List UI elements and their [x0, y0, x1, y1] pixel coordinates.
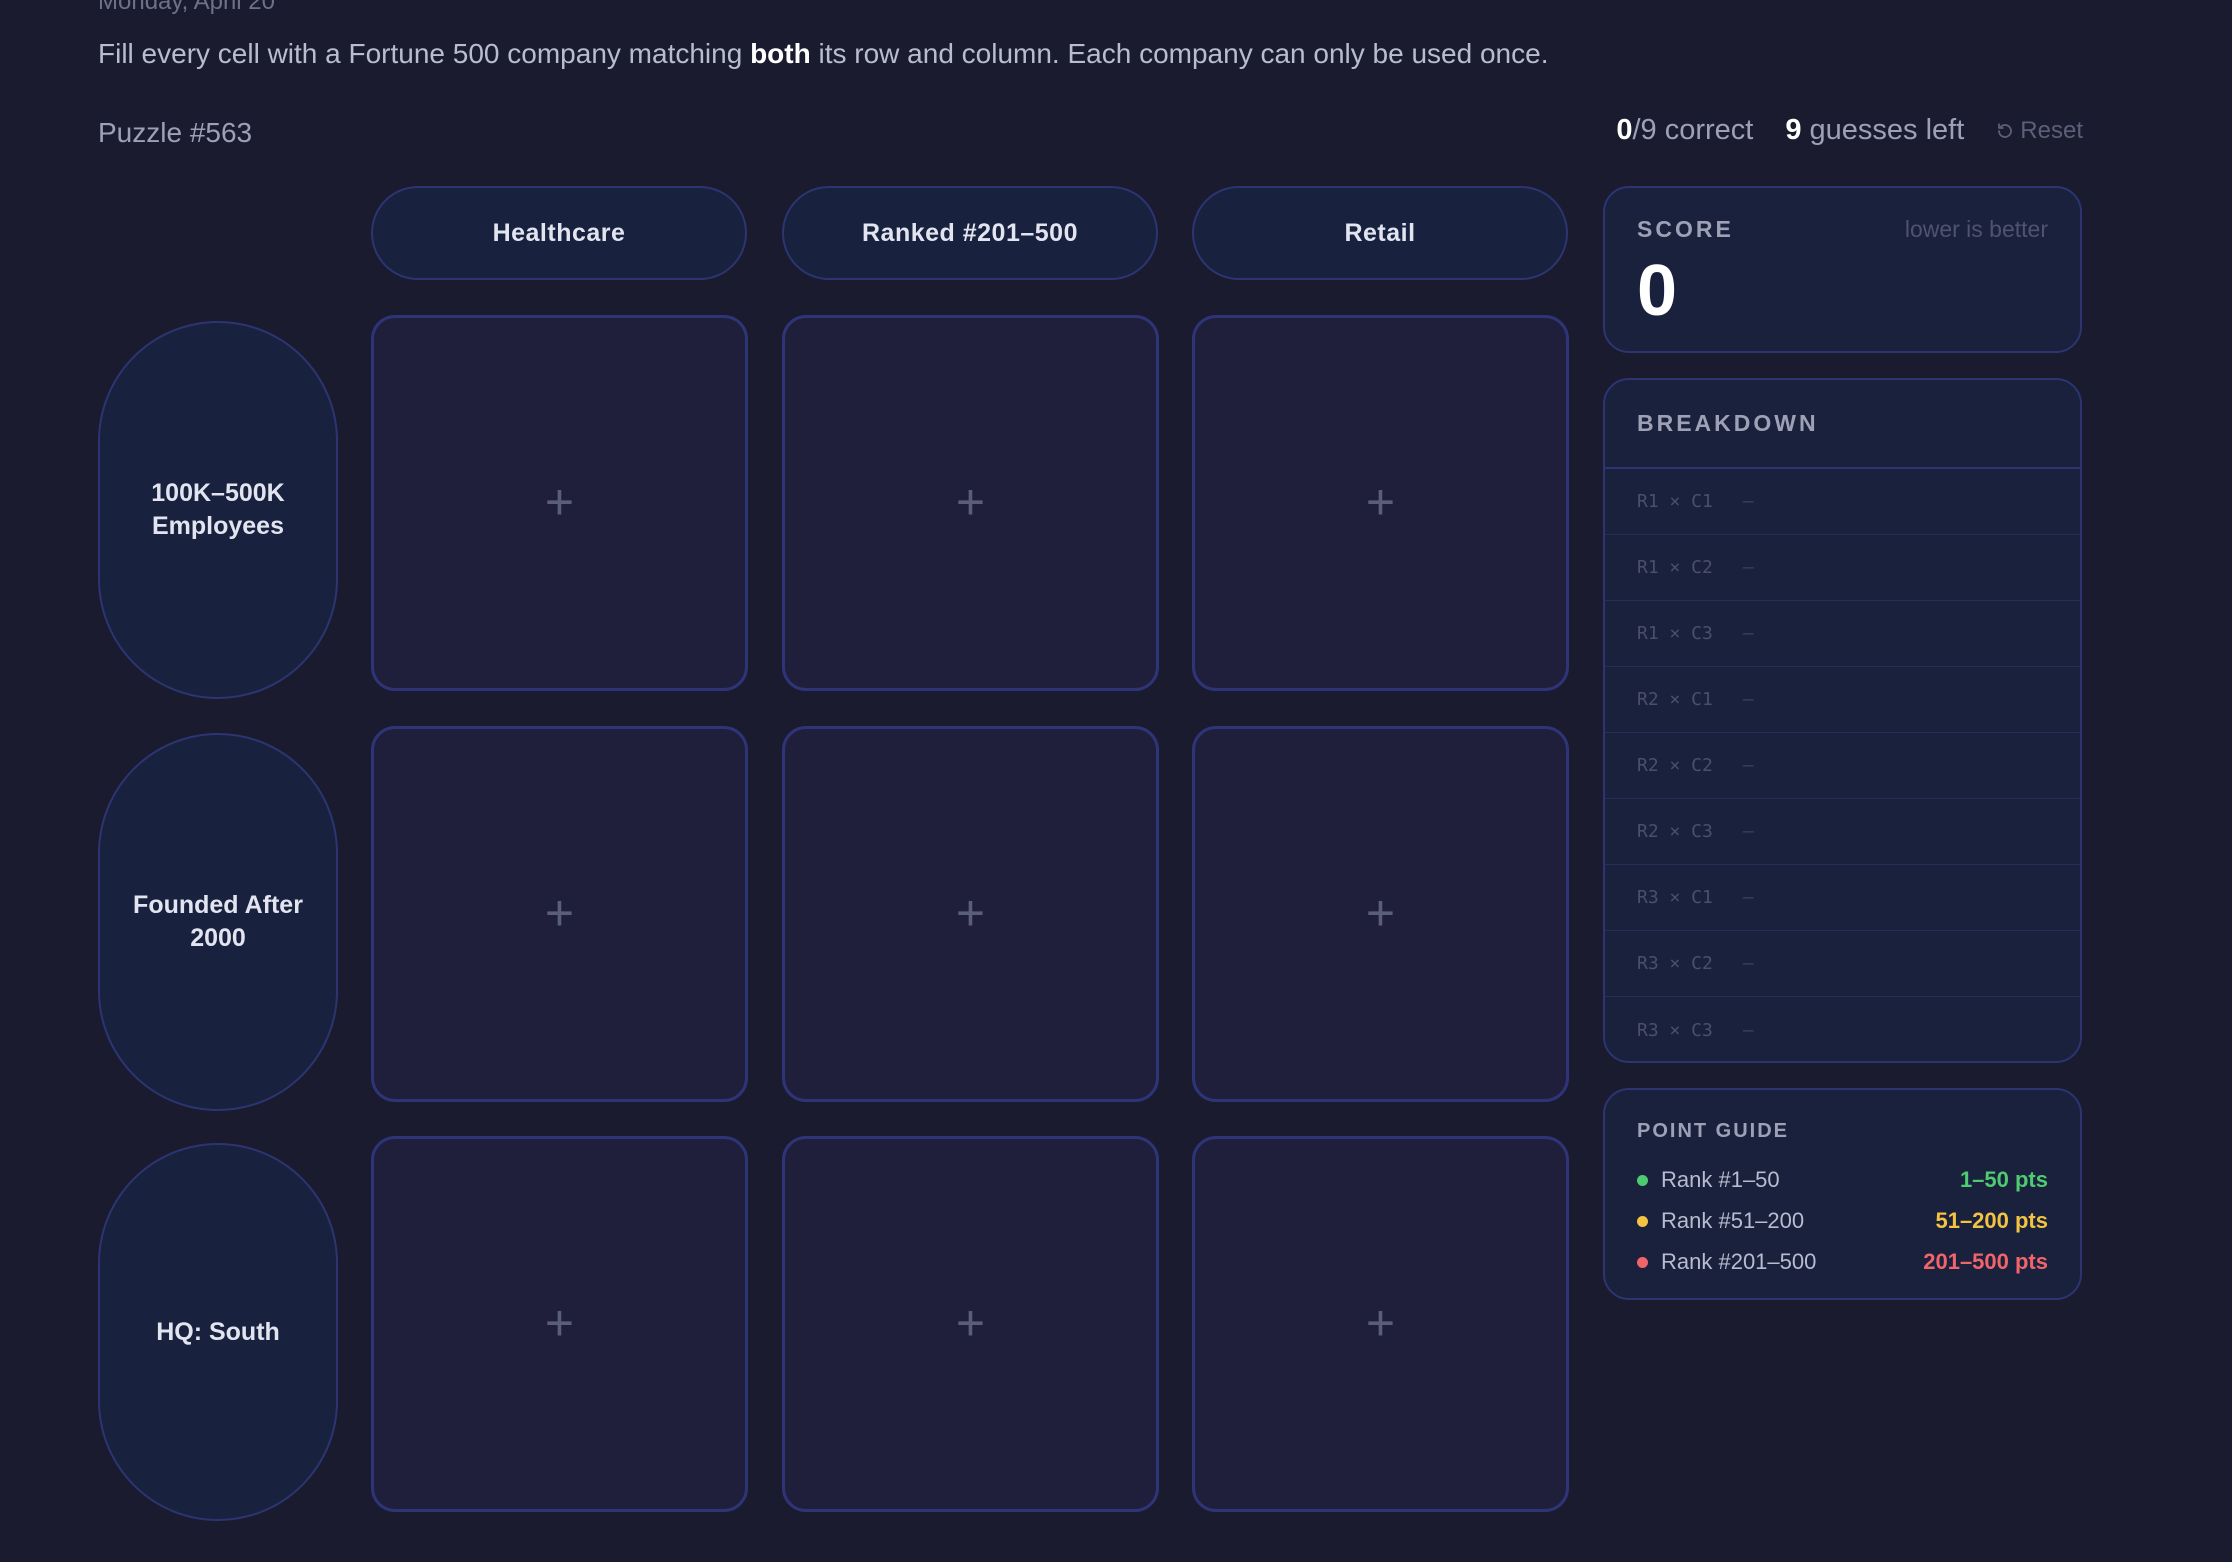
- breakdown-title: BREAKDOWN: [1605, 380, 2080, 469]
- breakdown-cell-label: R2 × C1: [1637, 689, 1713, 710]
- row-header-2: Founded After 2000: [98, 733, 338, 1111]
- breakdown-panel: BREAKDOWN R1 × C1 — R1 × C2 — R1 × C3 — R2 …: [1603, 378, 2082, 1063]
- breakdown-row: R1 × C1 —: [1605, 469, 2080, 535]
- column-header-1: Healthcare: [371, 186, 747, 280]
- instructions-text-end: its row and column. Each company can onl…: [810, 38, 1549, 69]
- breakdown-cell-label: R2 × C2: [1637, 755, 1713, 776]
- tier-label: Rank #201–500: [1661, 1249, 1817, 1274]
- breakdown-cell-value: —: [1742, 1019, 1754, 1041]
- tier-dot-icon: [1637, 1256, 1648, 1268]
- breakdown-cell-label: R1 × C2: [1637, 557, 1713, 578]
- point-guide-item-tier-1: Rank #1–50 1–50 pts: [1637, 1164, 2048, 1196]
- point-guide-panel: POINT GUIDE Rank #1–50 1–50 pts Rank #51…: [1603, 1088, 2082, 1300]
- grid-cell-r1-c1[interactable]: +: [371, 315, 748, 691]
- breakdown-cell-value: —: [1742, 557, 1754, 578]
- guesses-suffix: guesses left: [1801, 114, 1965, 146]
- breakdown-cell-value: —: [1742, 821, 1754, 842]
- tier-dot-icon: [1637, 1174, 1648, 1186]
- point-guide-item-tier-3: Rank #201–500 201–500 pts: [1637, 1246, 2048, 1278]
- breakdown-cell-label: R3 × C1: [1637, 887, 1713, 908]
- breakdown-row: R1 × C2 —: [1605, 535, 2080, 601]
- score-value: 0: [1637, 251, 1678, 331]
- plus-icon: +: [1365, 1295, 1396, 1351]
- breakdown-cell-label: R2 × C3: [1637, 821, 1713, 842]
- row-header-1: 100K–500K Employees: [98, 321, 338, 699]
- breakdown-cell-value: —: [1742, 491, 1754, 512]
- breakdown-cell-label: R1 × C3: [1637, 623, 1713, 644]
- plus-icon: +: [544, 474, 575, 530]
- point-guide-title: POINT GUIDE: [1637, 1120, 1790, 1142]
- breakdown-cell-label: R1 × C1: [1637, 491, 1713, 512]
- grid-cell-r1-c3[interactable]: +: [1192, 315, 1569, 691]
- grid-cell-r3-c3[interactable]: +: [1192, 1136, 1569, 1512]
- grid-cell-r2-c3[interactable]: +: [1192, 726, 1569, 1102]
- column-header-3: Retail: [1192, 186, 1568, 280]
- puzzle-number: Puzzle #563: [98, 117, 253, 148]
- breakdown-cell-label: R3 × C3: [1637, 1019, 1713, 1041]
- grid-cell-r1-c2[interactable]: +: [782, 315, 1159, 691]
- breakdown-row: R3 × C2 —: [1605, 931, 2080, 997]
- tier-label: Rank #51–200: [1661, 1208, 1805, 1233]
- guesses-counter: 9 guesses left: [1785, 114, 1964, 147]
- grid-cell-r2-c1[interactable]: +: [371, 726, 748, 1102]
- plus-icon: +: [955, 885, 986, 941]
- breakdown-cell-label: R3 × C2: [1637, 953, 1713, 974]
- point-guide-item-tier-2: Rank #51–200 51–200 pts: [1637, 1205, 2048, 1237]
- breakdown-row: R3 × C3 —: [1605, 997, 2080, 1061]
- tier-points: 1–50 pts: [1959, 1167, 2048, 1192]
- score-panel: SCORE lower is better 0: [1603, 186, 2082, 353]
- grid-cell-r2-c2[interactable]: +: [782, 726, 1159, 1102]
- tier-dot-icon: [1637, 1215, 1648, 1227]
- plus-icon: +: [544, 885, 575, 941]
- status-bar: 0/9 correct 9 guesses left Reset: [1616, 114, 2083, 147]
- tier-points: 201–500 pts: [1923, 1249, 2048, 1274]
- plus-icon: +: [544, 1295, 575, 1351]
- correct-counter: 0/9 correct: [1616, 114, 1753, 147]
- breakdown-cell-value: —: [1742, 689, 1754, 710]
- grid-cell-r3-c1[interactable]: +: [371, 1136, 748, 1512]
- breakdown-row: R2 × C1 —: [1605, 667, 2080, 733]
- guesses-count: 9: [1785, 114, 1802, 146]
- plus-icon: +: [955, 474, 986, 530]
- puzzle-date: Monday, April 20: [98, 0, 275, 15]
- breakdown-row: R3 × C1 —: [1605, 865, 2080, 931]
- breakdown-cell-value: —: [1742, 887, 1754, 908]
- breakdown-cell-value: —: [1742, 755, 1754, 776]
- tier-label: Rank #1–50: [1661, 1167, 1780, 1192]
- score-label: SCORE: [1637, 216, 1734, 242]
- grid-cell-r3-c2[interactable]: +: [782, 1136, 1159, 1512]
- breakdown-cell-value: —: [1742, 953, 1754, 974]
- reset-button[interactable]: Reset: [1996, 117, 2083, 145]
- row-header-3: HQ: South: [98, 1143, 338, 1521]
- instructions-emphasis: both: [750, 38, 811, 69]
- plus-icon: +: [1365, 885, 1396, 941]
- column-header-2: Ranked #201–500: [782, 186, 1158, 280]
- instructions-text-start: Fill every cell with a Fortune 500 compa…: [98, 38, 751, 69]
- correct-suffix: /9 correct: [1632, 114, 1754, 146]
- breakdown-cell-value: —: [1742, 623, 1754, 644]
- breakdown-row: R2 × C3 —: [1605, 799, 2080, 865]
- score-hint: lower is better: [1904, 216, 2048, 242]
- breakdown-row: R2 × C2 —: [1605, 733, 2080, 799]
- reset-label: Reset: [2020, 116, 2083, 144]
- plus-icon: +: [1365, 474, 1396, 530]
- instructions: Fill every cell with a Fortune 500 compa…: [98, 38, 1548, 70]
- correct-count: 0: [1616, 114, 1633, 146]
- plus-icon: +: [955, 1295, 986, 1351]
- reset-icon: [1996, 122, 2014, 140]
- breakdown-row: R1 × C3 —: [1605, 601, 2080, 667]
- tier-points: 51–200 pts: [1935, 1208, 2048, 1233]
